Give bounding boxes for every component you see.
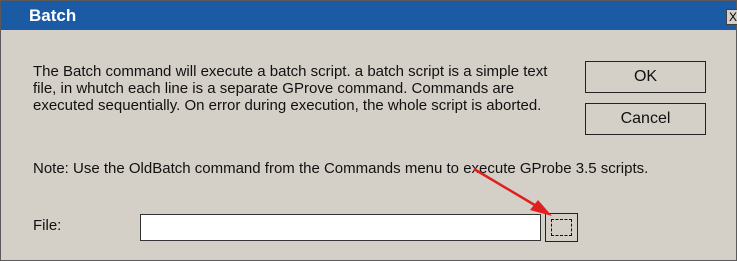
batch-dialog: Batch X The Batch command will execute a… xyxy=(0,0,737,261)
ok-button[interactable]: OK xyxy=(585,61,706,93)
note-text: Note: Use the OldBatch command from the … xyxy=(33,160,649,177)
close-button[interactable]: X xyxy=(726,9,737,25)
file-label: File: xyxy=(33,217,62,234)
browse-button[interactable] xyxy=(545,213,578,242)
browse-icon xyxy=(551,219,572,236)
dialog-title: Batch xyxy=(29,6,77,25)
cancel-button[interactable]: Cancel xyxy=(585,103,706,135)
description-text: The Batch command will execute a batch s… xyxy=(33,63,548,114)
file-path-input[interactable] xyxy=(140,214,541,241)
title-bar[interactable]: Batch xyxy=(1,1,736,30)
